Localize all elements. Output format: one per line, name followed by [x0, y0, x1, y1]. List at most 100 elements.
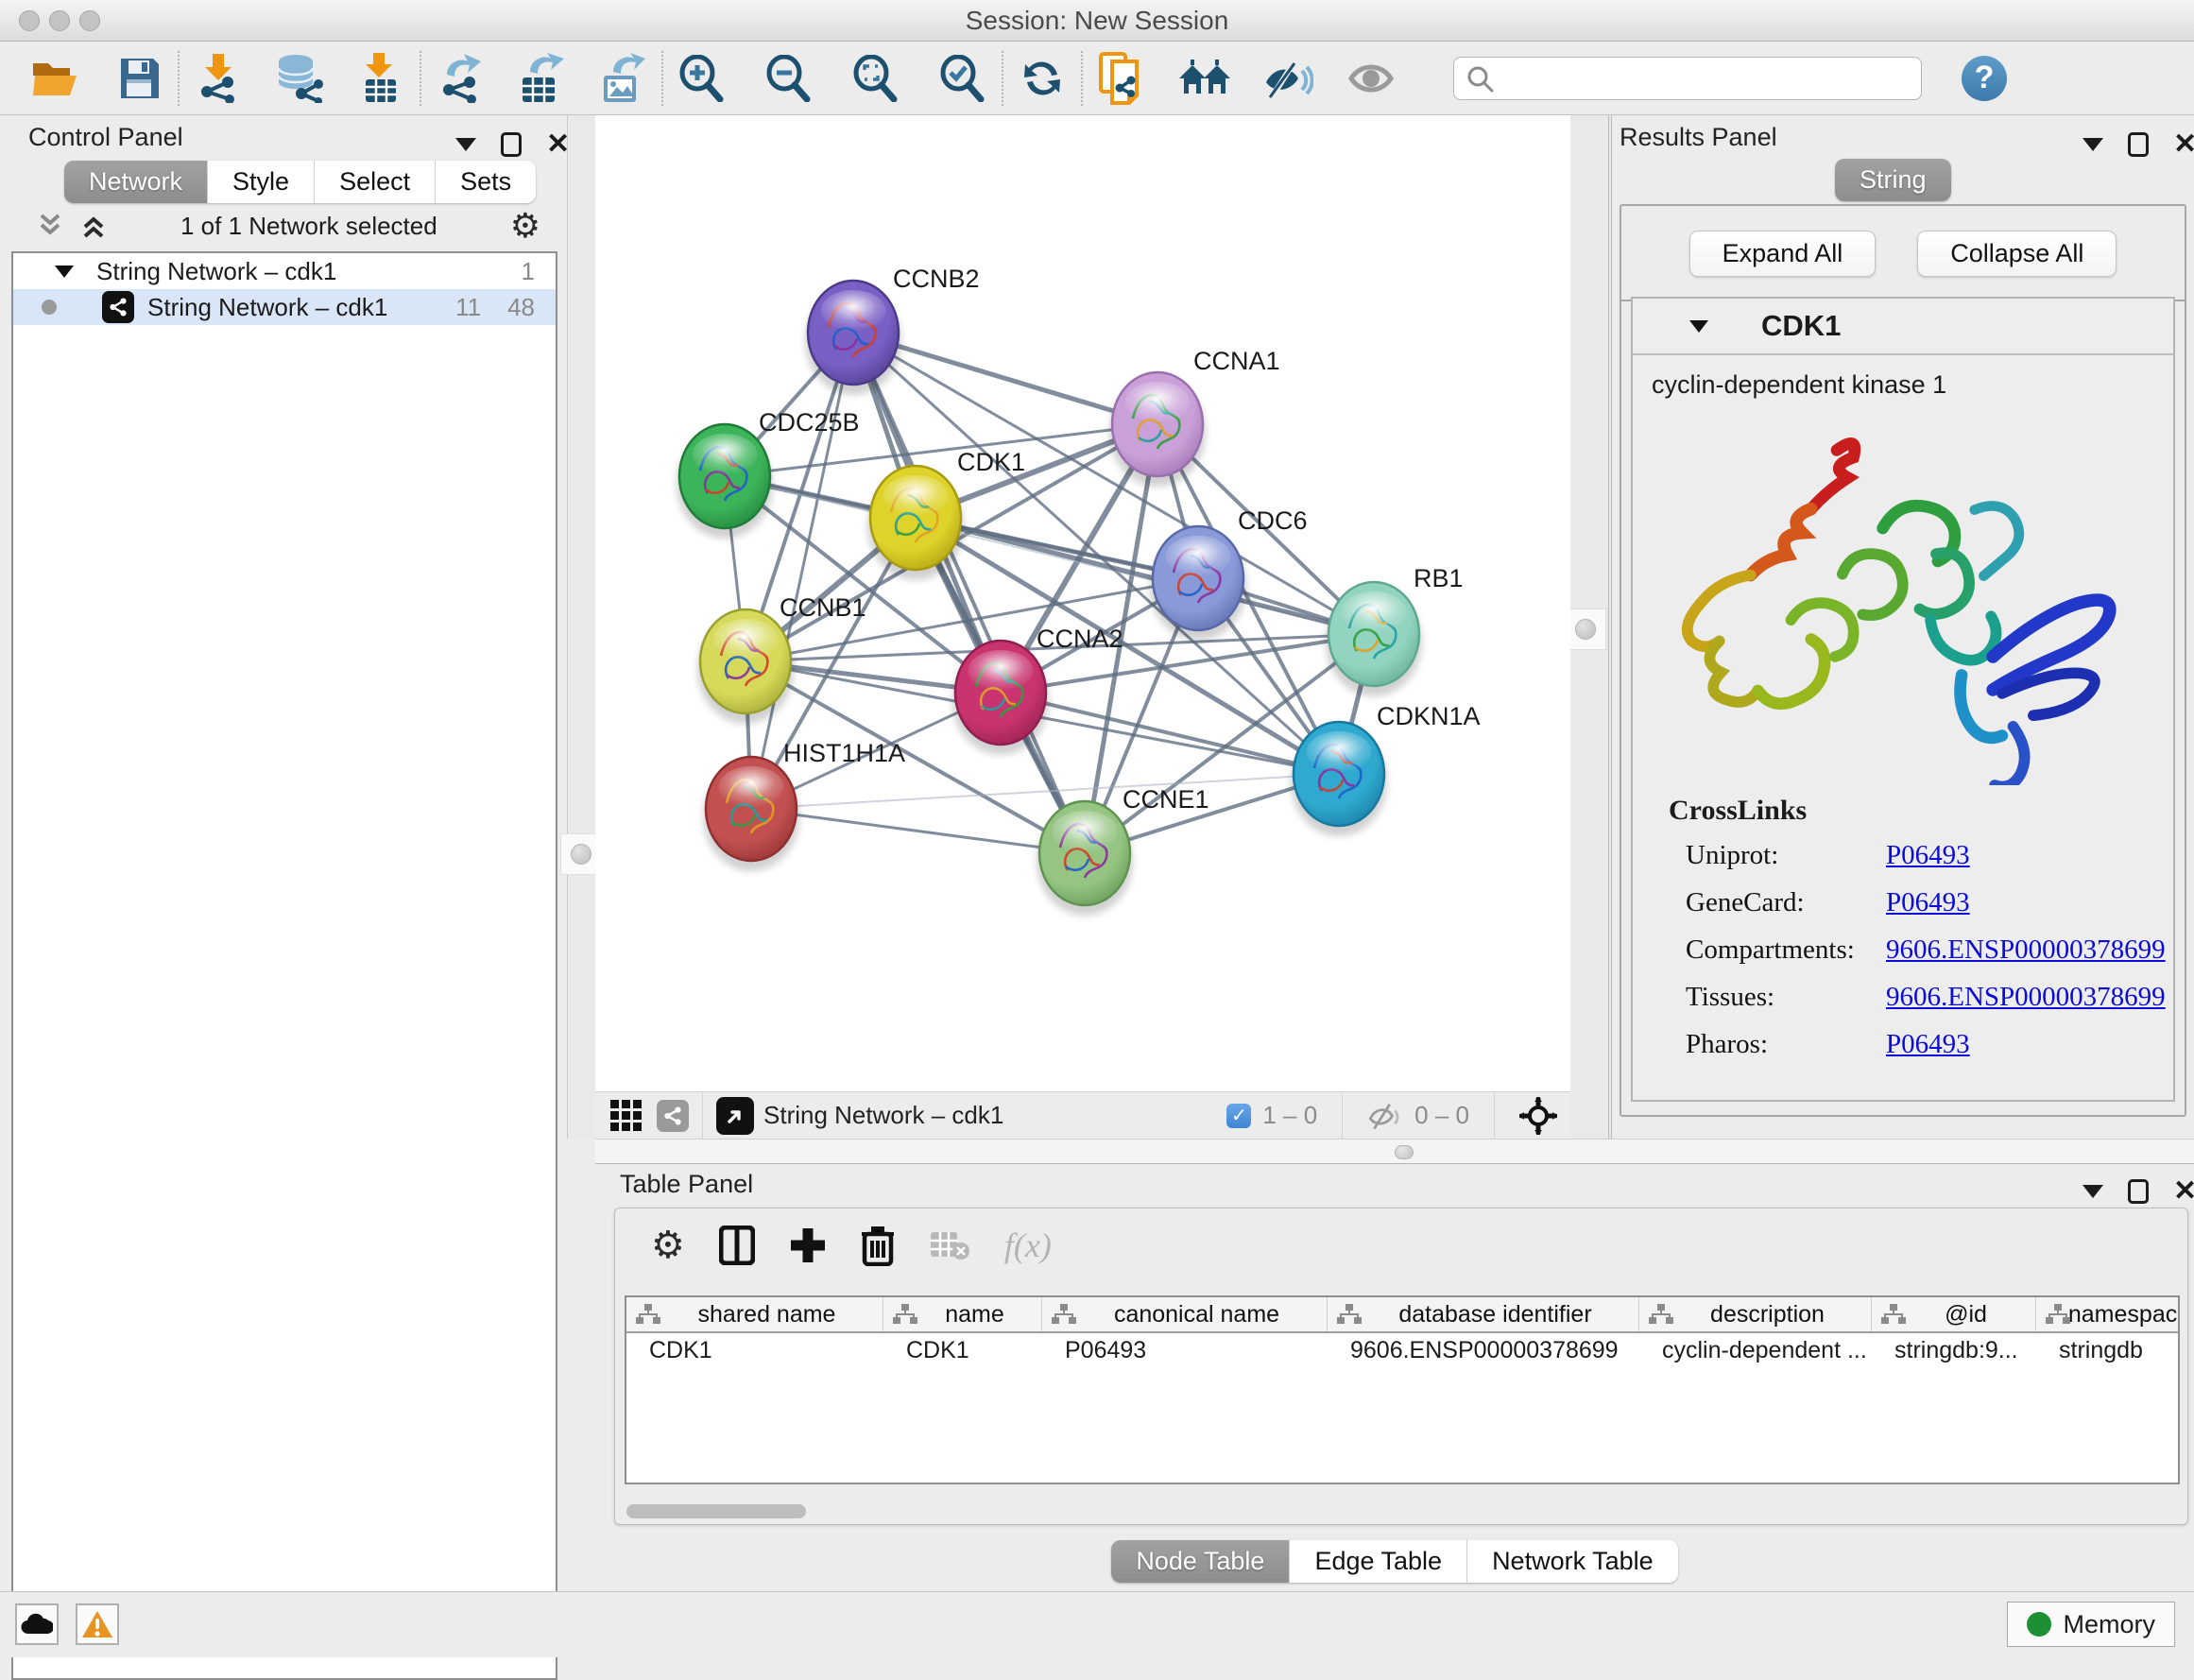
- grid-view-icon[interactable]: [610, 1100, 642, 1131]
- crosslink-link[interactable]: P06493: [1886, 887, 1970, 918]
- left-splitter[interactable]: [567, 115, 595, 1139]
- table-cell[interactable]: P06493: [1042, 1333, 1328, 1367]
- expand-all-tree-icon[interactable]: [79, 212, 108, 240]
- memory-button[interactable]: Memory: [2007, 1602, 2175, 1647]
- birds-eye-view-icon[interactable]: [716, 1097, 754, 1135]
- panel-close-button[interactable]: ✕: [2173, 130, 2194, 159]
- crosshair-icon[interactable]: [1519, 1097, 1557, 1135]
- column-header-namespace[interactable]: namespace: [2036, 1297, 2180, 1331]
- search-input[interactable]: [1453, 57, 1922, 100]
- table-cell[interactable]: CDK1: [883, 1333, 1042, 1367]
- column-header-database-identifier[interactable]: database identifier: [1328, 1297, 1639, 1331]
- delete-column-icon[interactable]: [861, 1225, 895, 1266]
- node-table[interactable]: shared namenamecanonical namedatabase id…: [625, 1295, 2180, 1484]
- crosslink-link[interactable]: P06493: [1886, 840, 1970, 871]
- table-cell[interactable]: stringdb:9...: [1872, 1333, 2036, 1367]
- add-column-icon[interactable]: [789, 1226, 827, 1264]
- horizontal-splitter[interactable]: [595, 1139, 2194, 1164]
- crosslink-link[interactable]: P06493: [1886, 1029, 1970, 1060]
- network-canvas[interactable]: CCNB2CCNA1CDC25BCDK1CDC6RB1CCNB1CCNA2CDK…: [595, 115, 1570, 1091]
- database-icon: [275, 54, 324, 103]
- home-networks-button[interactable]: [1175, 49, 1234, 108]
- table-options-gear-icon[interactable]: ⚙: [651, 1224, 685, 1267]
- horizontal-splitter-handle[interactable]: [1395, 1145, 1414, 1159]
- table-cell[interactable]: cyclin-dependent ...: [1639, 1333, 1872, 1367]
- network-thumbnail-icon[interactable]: [657, 1100, 689, 1132]
- network-graph[interactable]: CCNB2CCNA1CDC25BCDK1CDC6RB1CCNB1CCNA2CDK…: [595, 115, 1570, 1091]
- collapse-all-tree-icon[interactable]: [36, 212, 64, 240]
- column-header-id[interactable]: @id: [1872, 1297, 2036, 1331]
- column-header-description[interactable]: description: [1639, 1297, 1872, 1331]
- tab-edge-table[interactable]: Edge Table: [1290, 1540, 1467, 1583]
- table-row[interactable]: CDK1CDK1P064939606.ENSP00000378699cyclin…: [626, 1333, 2178, 1367]
- panel-maximize-button[interactable]: [2128, 132, 2149, 157]
- import-network-button[interactable]: [189, 49, 248, 108]
- protein-card-header[interactable]: CDK1: [1633, 299, 2173, 355]
- footer-separator: [702, 1093, 703, 1139]
- show-columns-icon[interactable]: [719, 1226, 755, 1265]
- zoom-fit-button[interactable]: [847, 49, 905, 108]
- crosslink-link[interactable]: 9606.ENSP00000378699: [1886, 982, 2166, 1013]
- warnings-button[interactable]: [76, 1603, 119, 1645]
- table-cell[interactable]: CDK1: [626, 1333, 883, 1367]
- warning-triangle-icon: [81, 1610, 113, 1638]
- tab-style[interactable]: Style: [208, 161, 315, 203]
- panel-float-button[interactable]: [2083, 138, 2103, 151]
- collection-expand-icon[interactable]: [55, 266, 74, 278]
- tab-node-table[interactable]: Node Table: [1111, 1540, 1290, 1583]
- left-splitter-handle[interactable]: [571, 844, 591, 865]
- export-image-button[interactable]: [593, 49, 652, 108]
- zoom-selected-button[interactable]: [934, 49, 992, 108]
- zoom-out-icon: [765, 55, 813, 102]
- table-cell[interactable]: 9606.ENSP00000378699: [1328, 1333, 1639, 1367]
- tab-select[interactable]: Select: [315, 161, 436, 203]
- help-button[interactable]: ?: [1962, 56, 2007, 101]
- tab-network[interactable]: Network: [64, 161, 208, 203]
- crosslink-link[interactable]: 9606.ENSP00000378699: [1886, 934, 2166, 966]
- expand-all-button[interactable]: Expand All: [1689, 231, 1877, 277]
- column-header-name[interactable]: name: [883, 1297, 1042, 1331]
- network-row-selected[interactable]: String Network – cdk1 11 48: [13, 289, 556, 325]
- column-header-shared-name[interactable]: shared name: [626, 1297, 883, 1331]
- tab-sets[interactable]: Sets: [436, 161, 536, 203]
- open-session-button[interactable]: [26, 49, 85, 108]
- collapse-all-button[interactable]: Collapse All: [1917, 231, 2117, 277]
- main-toolbar: ?: [0, 42, 2194, 115]
- refresh-button[interactable]: [1013, 49, 1071, 108]
- network-options-gear-icon[interactable]: ⚙: [510, 207, 540, 246]
- hidden-eye-icon[interactable]: [1367, 1102, 1403, 1130]
- column-header-canonical-name[interactable]: canonical name: [1042, 1297, 1328, 1331]
- zoom-in-button[interactable]: [673, 49, 731, 108]
- panel-maximize-button[interactable]: [2128, 1179, 2149, 1204]
- export-table-button[interactable]: [512, 49, 571, 108]
- hide-unhide-button[interactable]: [1259, 49, 1317, 108]
- right-splitter[interactable]: [1570, 115, 1612, 1139]
- panel-float-button[interactable]: [455, 138, 476, 151]
- table-horizontal-scrollbar[interactable]: [626, 1504, 806, 1518]
- save-session-button[interactable]: [110, 49, 168, 108]
- panel-close-button[interactable]: ✕: [2173, 1177, 2194, 1206]
- protein-collapse-icon[interactable]: [1689, 320, 1708, 333]
- show-hidden-button[interactable]: [1342, 49, 1400, 108]
- import-table-button[interactable]: [351, 49, 410, 108]
- zoom-out-button[interactable]: [760, 49, 818, 108]
- right-splitter-handle[interactable]: [1575, 619, 1596, 640]
- table-cell[interactable]: stringdb: [2036, 1333, 2180, 1367]
- string-clipboard-button[interactable]: [1092, 49, 1151, 108]
- selected-checkbox-icon[interactable]: ✓: [1226, 1104, 1251, 1128]
- import-network-from-database-button[interactable]: [270, 49, 329, 108]
- panel-maximize-button[interactable]: [501, 132, 522, 157]
- panel-float-button[interactable]: [2083, 1185, 2103, 1198]
- tab-string[interactable]: String: [1835, 159, 1951, 201]
- node-label: HIST1H1A: [783, 739, 905, 767]
- control-panel: Control Panel ✕ NetworkStyleSelectSets 1…: [0, 115, 567, 1591]
- crosslink-row: Tissues:9606.ENSP00000378699: [1669, 982, 2173, 1013]
- export-network-button[interactable]: [431, 49, 489, 108]
- cloud-status-button[interactable]: [15, 1603, 59, 1645]
- function-builder-icon-disabled: f(x): [1004, 1226, 1052, 1265]
- tab-network-table[interactable]: Network Table: [1467, 1540, 1678, 1583]
- open-folder-icon: [31, 58, 80, 99]
- network-collection-row[interactable]: String Network – cdk1 1: [13, 253, 556, 289]
- hidden-counts: 0 – 0: [1414, 1101, 1469, 1130]
- network-view-title: String Network – cdk1: [763, 1101, 1003, 1130]
